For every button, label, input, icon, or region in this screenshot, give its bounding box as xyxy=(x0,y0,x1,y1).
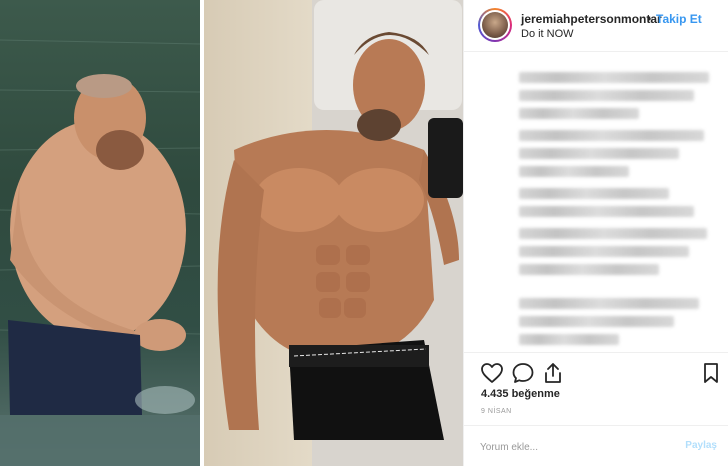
blurred-text-line xyxy=(519,246,689,257)
before-photo-figure xyxy=(0,39,200,466)
follow-button[interactable]: Takip Et xyxy=(656,12,702,26)
post-sidebar: jeremiahpetersonmontar • Takip Et Do it … xyxy=(463,0,728,466)
blurred-text-line xyxy=(519,228,707,239)
after-photo xyxy=(204,0,463,466)
blurred-text-line xyxy=(519,90,694,101)
before-photo xyxy=(0,0,200,466)
blurred-text-line xyxy=(519,130,704,141)
comment-box: Paylaş xyxy=(464,425,728,466)
comment-input[interactable] xyxy=(480,438,670,456)
post-date[interactable]: 9 NİSAN xyxy=(481,408,512,415)
blurred-text-line xyxy=(519,264,659,275)
avatar[interactable] xyxy=(478,8,512,42)
caption-area xyxy=(464,52,728,352)
post-location[interactable]: Do it NOW xyxy=(521,28,574,40)
blurred-text-line xyxy=(519,206,694,217)
share-icon[interactable] xyxy=(541,361,565,385)
avatar-frame xyxy=(480,10,510,40)
blurred-text-line xyxy=(519,188,669,199)
post-image[interactable] xyxy=(0,0,463,466)
avatar-image xyxy=(482,12,508,38)
blurred-text-line xyxy=(519,166,629,177)
username-link[interactable]: jeremiahpetersonmontar xyxy=(521,12,662,26)
after-photo-figure xyxy=(217,0,463,466)
comment-icon[interactable] xyxy=(511,361,535,385)
blurred-text-line xyxy=(519,298,699,309)
likes-count[interactable]: 4.435 beğenme xyxy=(481,388,560,400)
heart-icon[interactable] xyxy=(480,361,504,385)
post-comment-button[interactable]: Paylaş xyxy=(685,440,717,451)
blurred-text-line xyxy=(519,334,619,345)
blurred-text-line xyxy=(519,316,674,327)
blurred-text-line xyxy=(519,148,679,159)
post-header: jeremiahpetersonmontar • Takip Et Do it … xyxy=(464,0,728,52)
blurred-text-line xyxy=(519,72,709,83)
bookmark-icon[interactable] xyxy=(699,361,723,385)
blurred-text-line xyxy=(519,108,639,119)
separator-dot: • xyxy=(647,12,652,26)
